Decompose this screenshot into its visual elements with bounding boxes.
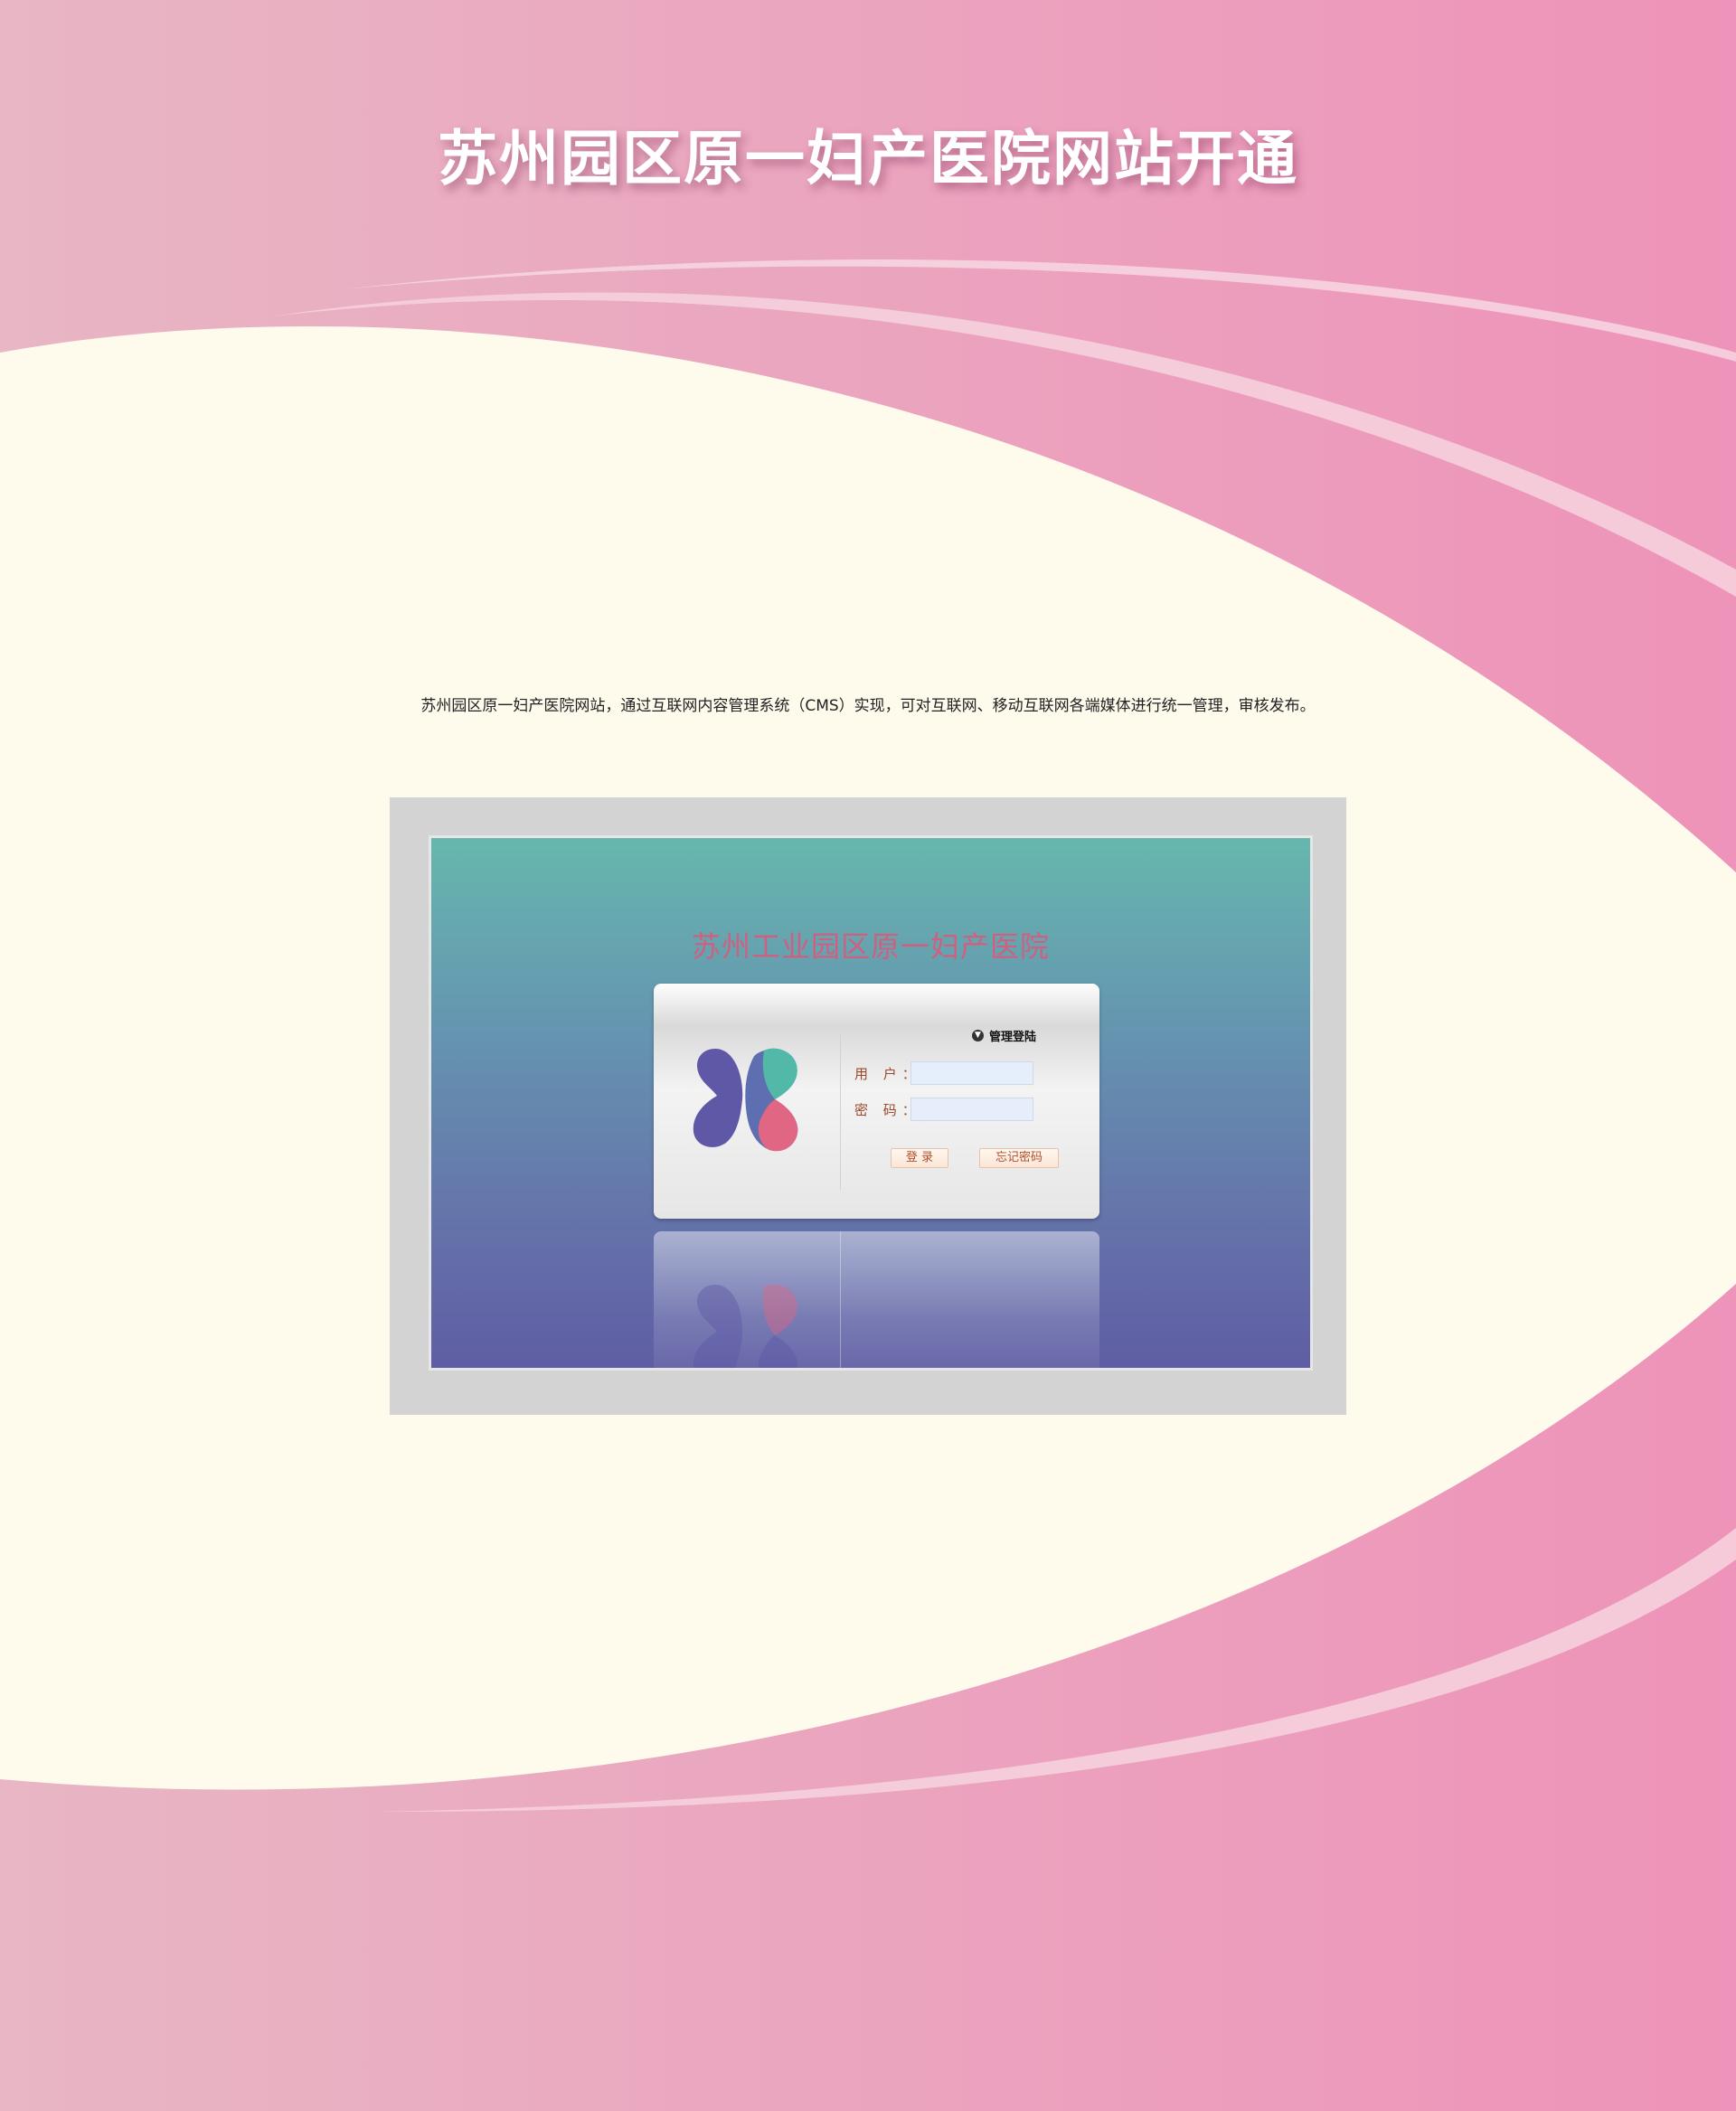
login-title-text: 管理登陆 [989,1031,1037,1044]
forgot-password-button[interactable]: 忘记密码 [979,1148,1059,1168]
circle-arrow-icon: ▼ [972,1030,984,1041]
hospital-logo-icon [690,1045,804,1155]
login-panel: ▼ 管理登陆 用 户： 密 码： 登 录 忘记密码 [654,984,1099,1219]
screenshot-frame: 苏州工业园区原一妇产医院 ▼ 管理登陆 用 户： 密 码： 登 录 忘记密码 [390,797,1346,1415]
hospital-name: 苏州工业园区原一妇产医院 [691,929,1050,964]
hospital-logo-reflection-icon [690,1281,804,1368]
login-button[interactable]: 登 录 [891,1148,948,1168]
password-input[interactable] [910,1098,1033,1121]
login-panel-reflection [654,1231,1099,1368]
description-text: 苏州园区原一妇产医院网站，通过互联网内容管理系统（CMS）实现，可对互联网、移动… [420,697,1316,715]
admin-login-screenshot: 苏州工业园区原一妇产医院 ▼ 管理登陆 用 户： 密 码： 登 录 忘记密码 [429,835,1313,1371]
page-title: 苏州园区原一妇产医院网站开通 [438,124,1298,193]
username-input[interactable] [910,1061,1033,1085]
login-title: ▼ 管理登陆 [972,1027,1036,1044]
reflection-divider [840,1231,841,1368]
panel-divider [840,1034,841,1190]
